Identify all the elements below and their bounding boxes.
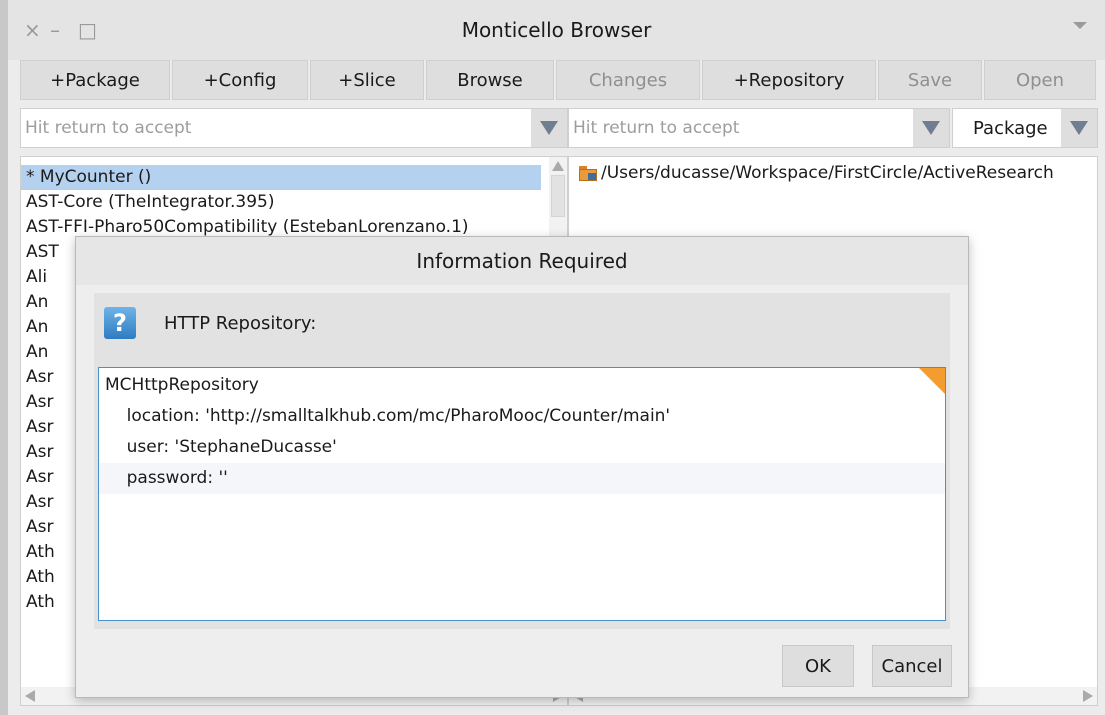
scroll-left-icon[interactable] bbox=[25, 690, 35, 702]
chevron-down-icon bbox=[922, 121, 940, 135]
title-bar[interactable]: × – □ Monticello Browser bbox=[8, 0, 1105, 60]
scroll-thumb[interactable] bbox=[551, 175, 565, 217]
add-slice-button[interactable]: +Slice bbox=[310, 60, 424, 100]
scroll-up-icon[interactable] bbox=[552, 161, 564, 171]
scope-select-value: Package bbox=[973, 118, 1048, 139]
package-filter-dropdown[interactable] bbox=[531, 109, 567, 147]
package-list-item[interactable]: * MyCounter () bbox=[21, 165, 541, 190]
code-line-current: password: '' bbox=[99, 463, 945, 494]
chevron-down-icon bbox=[540, 121, 558, 135]
repository-filter bbox=[568, 108, 950, 148]
cancel-button[interactable]: Cancel bbox=[872, 645, 952, 687]
repository-folder-icon bbox=[579, 165, 597, 181]
window-menu-icon[interactable] bbox=[1073, 22, 1087, 29]
add-package-button[interactable]: +Package bbox=[20, 60, 170, 100]
information-required-dialog: Information Required ? HTTP Repository: … bbox=[75, 236, 969, 698]
scroll-right-icon[interactable] bbox=[1083, 690, 1093, 702]
code-line: location: 'http://smalltalkhub.com/mc/Ph… bbox=[105, 406, 671, 426]
dialog-prompt: HTTP Repository: bbox=[164, 313, 317, 334]
chevron-down-icon bbox=[1070, 121, 1088, 135]
package-list-item[interactable]: AST-Core (TheIntegrator.395) bbox=[21, 190, 546, 215]
scope-select[interactable]: Package bbox=[952, 108, 1098, 148]
open-button[interactable]: Open bbox=[984, 60, 1096, 100]
editor-corner-marker bbox=[919, 368, 945, 394]
question-icon: ? bbox=[104, 307, 136, 339]
repository-definition-editor[interactable]: MCHttpRepository location: 'http://small… bbox=[98, 367, 946, 621]
package-filter-input[interactable] bbox=[21, 109, 531, 147]
add-repository-button[interactable]: +Repository bbox=[702, 60, 876, 100]
repository-row[interactable]: /Users/ducasse/Workspace/FirstCircle/Act… bbox=[579, 163, 1054, 183]
code-line: user: 'StephaneDucasse' bbox=[105, 437, 337, 457]
ok-button[interactable]: OK bbox=[782, 645, 854, 687]
dialog-content: ? HTTP Repository: MCHttpRepository loca… bbox=[94, 293, 950, 629]
toolbar: +Package +Config +Slice Browse Changes +… bbox=[20, 60, 1097, 100]
repository-filter-input[interactable] bbox=[569, 109, 913, 147]
scope-select-dropdown[interactable] bbox=[1061, 109, 1097, 147]
browse-button[interactable]: Browse bbox=[426, 60, 554, 100]
repository-path: /Users/ducasse/Workspace/FirstCircle/Act… bbox=[601, 163, 1054, 183]
add-config-button[interactable]: +Config bbox=[172, 60, 308, 100]
window-title: Monticello Browser bbox=[461, 18, 652, 42]
package-filter bbox=[20, 108, 568, 148]
code-line: MCHttpRepository bbox=[105, 375, 259, 395]
dialog-title[interactable]: Information Required bbox=[76, 237, 968, 285]
save-button[interactable]: Save bbox=[878, 60, 982, 100]
changes-button[interactable]: Changes bbox=[556, 60, 700, 100]
repository-filter-dropdown[interactable] bbox=[913, 109, 949, 147]
